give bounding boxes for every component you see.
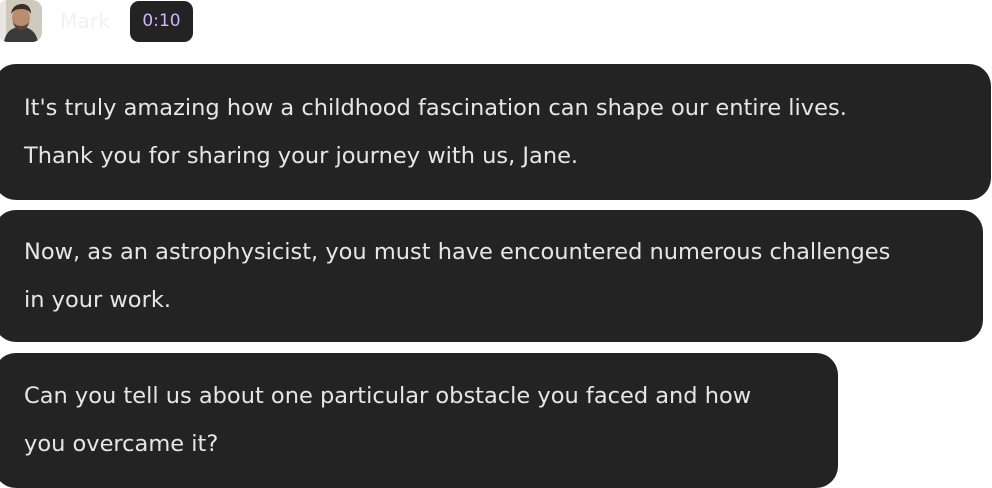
person-avatar-icon [0, 0, 42, 42]
message-line: It's truly amazing how a childhood fasci… [24, 95, 847, 121]
message-bubble: Now, as an astrophysicist, you must have… [0, 210, 983, 342]
message-bubble: Can you tell us about one particular obs… [0, 353, 838, 488]
speaker-header: Mark 0:10 [0, 0, 400, 42]
message-bubble: It's truly amazing how a childhood fasci… [0, 64, 991, 200]
message-line: Can you tell us about one particular obs… [24, 383, 752, 409]
message-line: in your work. [24, 287, 172, 313]
avatar[interactable] [0, 0, 42, 42]
speaker-name: Mark [60, 9, 111, 33]
message-line: you overcame it? [24, 431, 219, 457]
message-line: Thank you for sharing your journey with … [24, 143, 579, 169]
timestamp-badge[interactable]: 0:10 [130, 1, 193, 42]
message-line: Now, as an astrophysicist, you must have… [24, 239, 891, 265]
